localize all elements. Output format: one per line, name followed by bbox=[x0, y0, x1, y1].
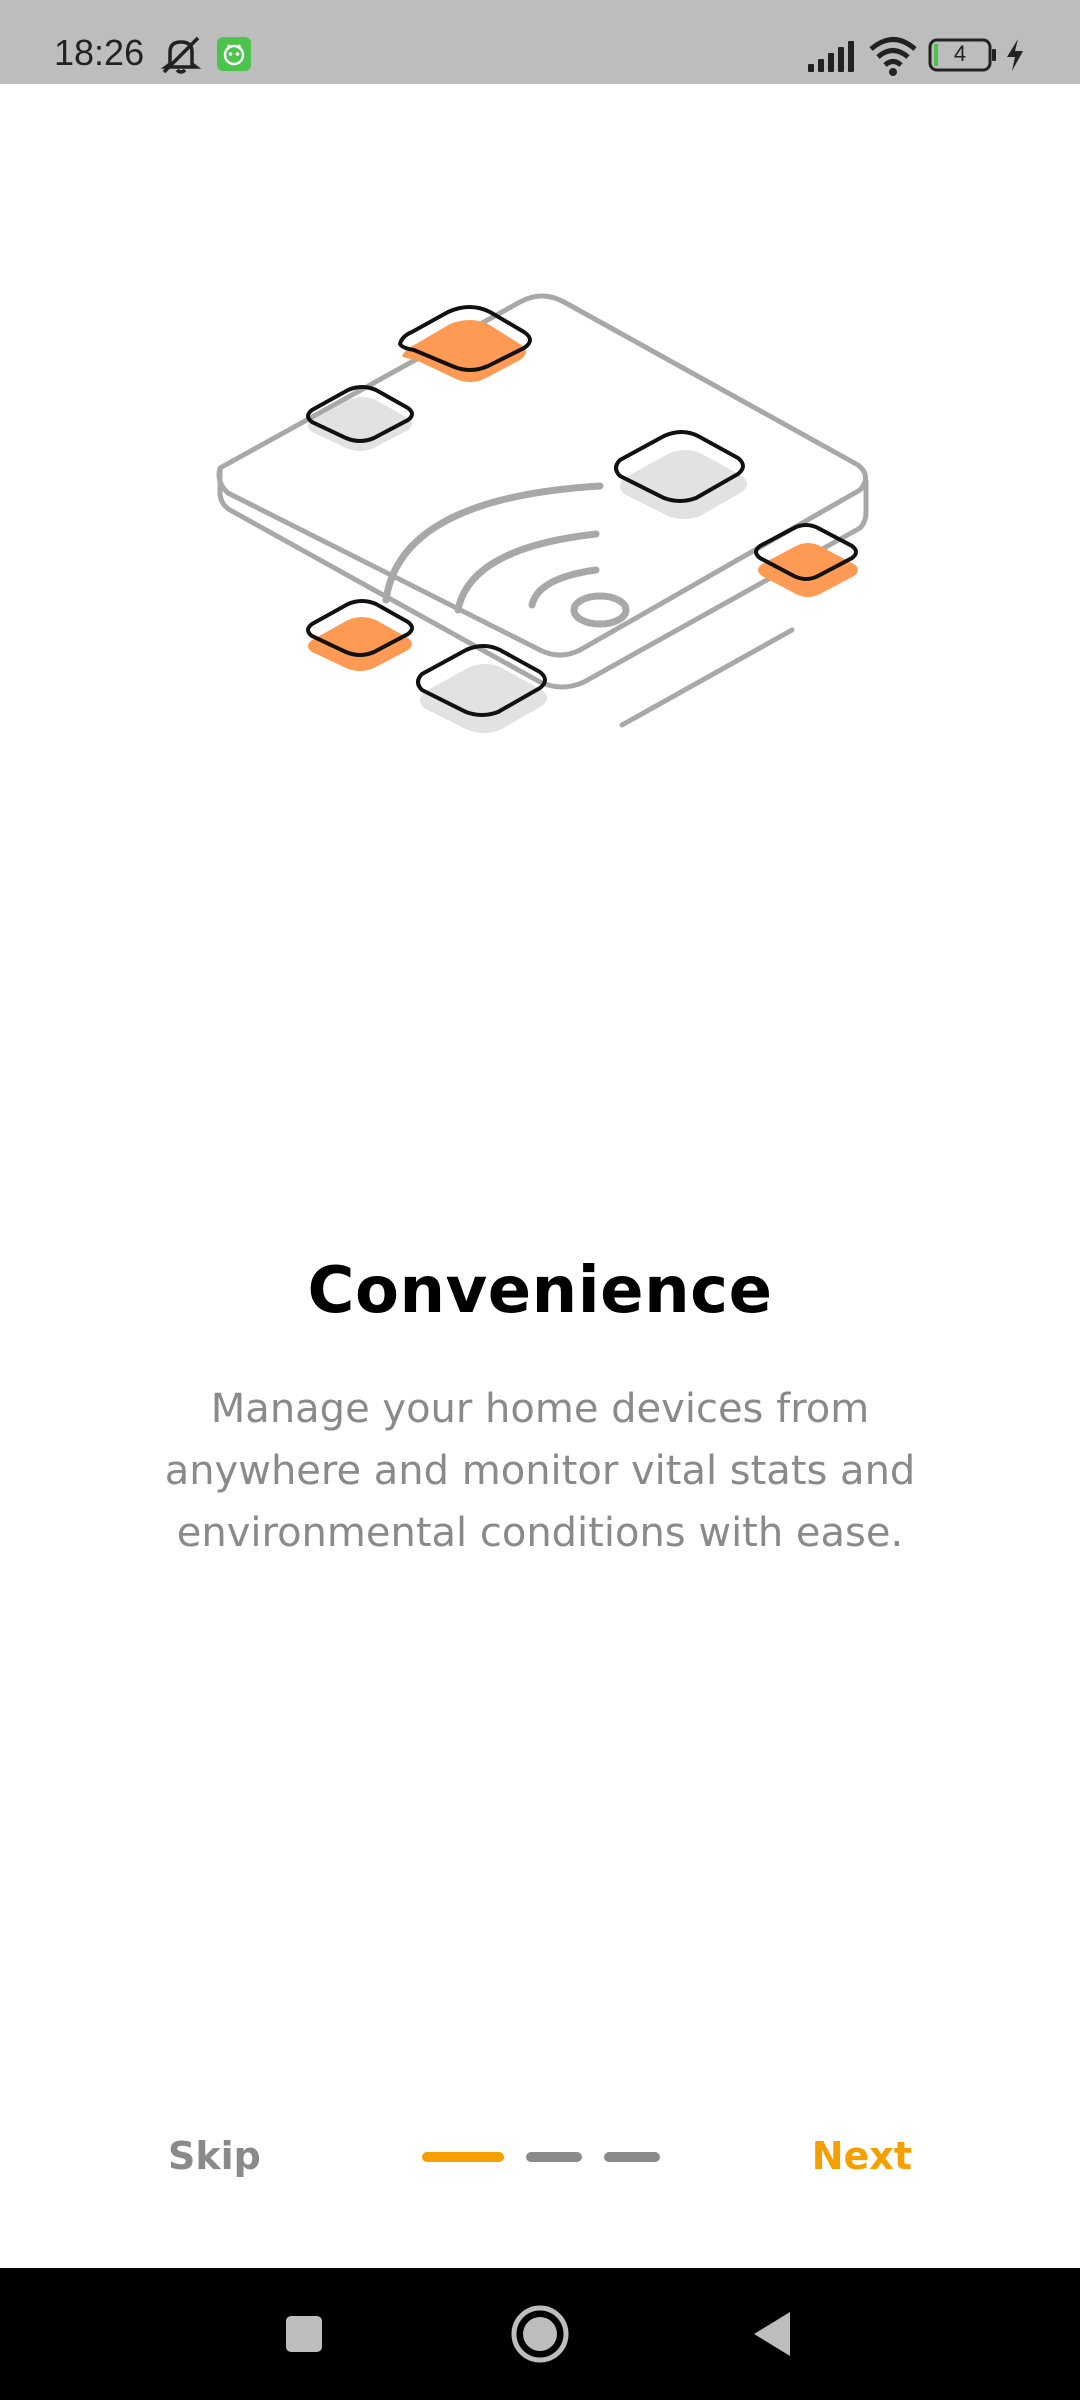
description-line: environmental conditions with ease. bbox=[176, 1510, 904, 1556]
battery-icon: 4 bbox=[928, 38, 998, 72]
description-line: Manage your home devices from bbox=[210, 1386, 870, 1432]
mute-bell-icon bbox=[160, 36, 202, 74]
back-triangle-icon[interactable] bbox=[742, 2302, 806, 2366]
wifi-icon bbox=[869, 37, 917, 76]
signal-icon bbox=[808, 41, 854, 72]
recents-square-icon[interactable] bbox=[272, 2302, 336, 2366]
skip-button[interactable]: Skip bbox=[168, 2134, 261, 2178]
page-dot bbox=[526, 2152, 582, 2162]
navigation-bar bbox=[0, 2268, 1080, 2400]
charging-icon bbox=[1007, 39, 1023, 71]
battery-level: 4 bbox=[953, 41, 967, 66]
page-indicator bbox=[422, 2152, 660, 2164]
page-dot-active bbox=[422, 2152, 504, 2162]
page-title: Convenience bbox=[307, 1254, 773, 1328]
page-description: Manage your home devices from anywhere a… bbox=[90, 1378, 990, 1564]
page-dot bbox=[604, 2152, 660, 2162]
status-bar: 18:26 4 bbox=[0, 0, 1080, 84]
status-time: 18:26 bbox=[54, 32, 145, 73]
description-line: anywhere and monitor vital stats and bbox=[164, 1448, 916, 1494]
app-notification-icon bbox=[217, 37, 251, 71]
smart-home-hub-illustration bbox=[216, 293, 869, 733]
next-button[interactable]: Next bbox=[812, 2134, 912, 2178]
home-circle-icon[interactable] bbox=[508, 2302, 572, 2366]
